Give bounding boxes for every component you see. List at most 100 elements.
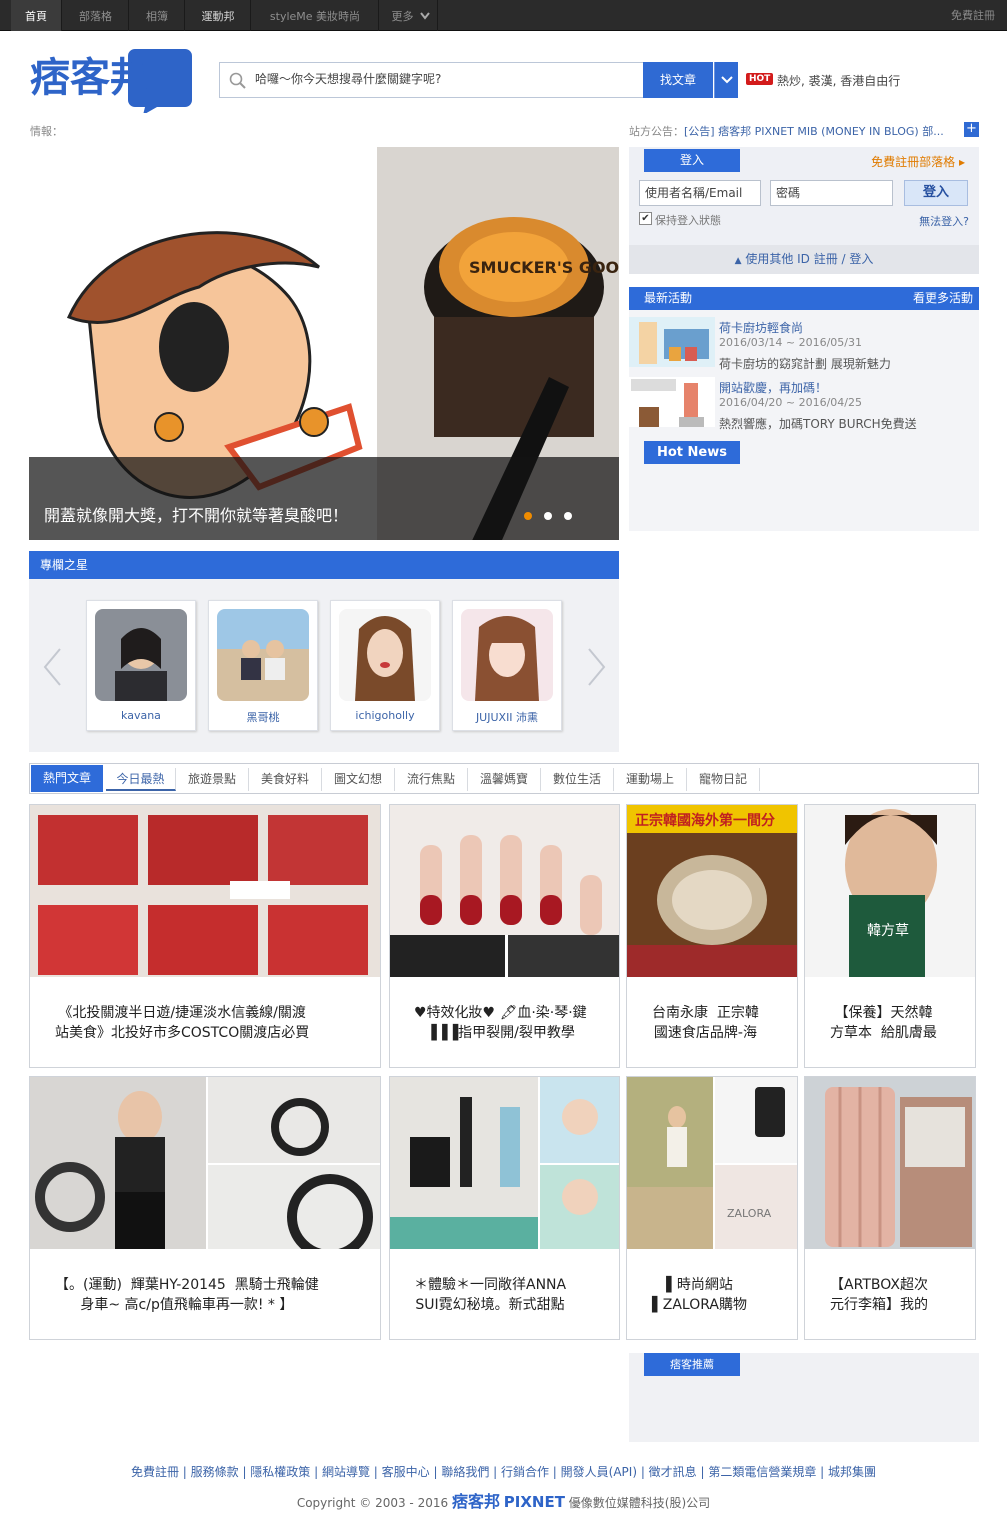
- chevron-down-icon: [420, 12, 430, 20]
- article-image: 韓方草: [805, 805, 975, 977]
- star-card[interactable]: kavana: [86, 600, 196, 731]
- image-text: ZALORA: [727, 1207, 772, 1220]
- tab-hot-articles[interactable]: 熱門文章: [31, 765, 103, 792]
- star-card[interactable]: JUJUXII 沛熏: [452, 600, 562, 731]
- article-card[interactable]: ZALORA ▌時尚網站 ▌ZALORA購物: [626, 1076, 798, 1340]
- article-image: ZALORA: [627, 1077, 797, 1249]
- activity-item[interactable]: 荷卡廚坊輕食尚 2016/03/14 ~ 2016/05/31 荷卡廚坊的窈窕計…: [629, 310, 979, 371]
- caret-up-icon: ▲: [734, 256, 742, 266]
- activity-desc: 熱烈響應，加碼TORY BURCH免費送: [719, 417, 917, 431]
- login-tab[interactable]: 登入: [644, 149, 740, 172]
- tab-sports[interactable]: 運動場上: [614, 768, 687, 791]
- tab-album[interactable]: 相簿: [130, 0, 185, 31]
- tab-styleme[interactable]: styleMe 美妝時尚: [252, 0, 379, 31]
- footer-logo: 痞客邦: [451, 1492, 500, 1511]
- logo-text: 痞客邦: [30, 55, 150, 101]
- star-card[interactable]: 黑哥桃: [208, 600, 318, 731]
- activities-list: 荷卡廚坊輕食尚 2016/03/14 ~ 2016/05/31 荷卡廚坊的窈窕計…: [629, 310, 979, 531]
- article-card[interactable]: 【ARTBOX超次 元行李箱】我的: [804, 1076, 976, 1340]
- star-name[interactable]: ichigoholly: [331, 709, 439, 722]
- hot-badge: HOT: [746, 73, 774, 85]
- hot-keywords[interactable]: 熱炒, 裘漢, 香港自由行: [777, 72, 900, 89]
- tab-blog[interactable]: 部落格: [63, 0, 129, 31]
- article-card[interactable]: ＊體驗＊一同敞徉ANNA SUI霓幻秘境。新式甜點: [389, 1076, 620, 1340]
- activity-title[interactable]: 荷卡廚坊輕食尚: [719, 319, 803, 336]
- more-activities-link[interactable]: 看更多活動: [913, 287, 973, 310]
- article-card[interactable]: 韓方草 【保養】天然韓 方草本 給肌膚最: [804, 804, 976, 1068]
- activity-thumbnail: [629, 377, 715, 427]
- search-placeholder: 哈囉～你今天想搜尋什麼關鍵字呢?: [255, 72, 442, 86]
- article-title[interactable]: 台南永康 正宗韓 國速食店品牌-海: [644, 1003, 767, 1043]
- activity-date: 2016/03/14 ~ 2016/05/31: [719, 336, 863, 349]
- chevron-down-icon: [721, 76, 733, 84]
- star-avatar: [339, 609, 431, 701]
- pixnet-logo[interactable]: 痞客邦: [30, 47, 192, 116]
- hot-news-tab[interactable]: Hot News: [644, 441, 740, 464]
- article-title[interactable]: 【ARTBOX超次 元行李箱】我的: [822, 1275, 936, 1315]
- slider-dot[interactable]: [524, 512, 532, 520]
- search-icon: [229, 72, 246, 89]
- star-name[interactable]: 黑哥桃: [209, 709, 317, 725]
- search-input[interactable]: 哈囉～你今天想搜尋什麼關鍵字呢?: [219, 62, 644, 98]
- register-blog-link[interactable]: 免費註冊部落格 ▸: [871, 153, 965, 170]
- tab-fashion[interactable]: 流行焦點: [395, 768, 468, 791]
- tab-illustration[interactable]: 圖文幻想: [322, 768, 395, 791]
- forgot-link[interactable]: 無法登入?: [919, 213, 969, 229]
- tab-parenting[interactable]: 溫馨媽寶: [468, 768, 541, 791]
- announcement-expand-button[interactable]: +: [964, 122, 979, 137]
- slider-dot[interactable]: [544, 512, 552, 520]
- article-card[interactable]: 《北投關渡半日遊/捷運淡水信義線/關渡 站美食》北投好市多COSTCO關渡店必買: [29, 804, 381, 1068]
- star-card[interactable]: ichigoholly: [330, 600, 440, 731]
- image-text: 韓方草: [867, 923, 909, 939]
- article-title[interactable]: ＊體驗＊一同敞徉ANNA SUI霓幻秘境。新式甜點: [406, 1275, 574, 1315]
- article-title[interactable]: ▌時尚網站 ▌ZALORA購物: [644, 1275, 755, 1315]
- company-name: 優像數位媒體科技(股)公司: [568, 1496, 711, 1510]
- footer-links[interactable]: 免費註冊 | 服務條款 | 隱私權政策 | 網站導覽 | 客服中心 | 聯絡我們…: [0, 1463, 1007, 1480]
- tab-food[interactable]: 美食好料: [249, 768, 322, 791]
- chevron-left-icon[interactable]: [41, 647, 65, 687]
- activity-date: 2016/04/20 ~ 2016/04/25: [719, 396, 863, 409]
- article-image: 正宗韓國海外第一間分: [627, 805, 797, 977]
- tab-home[interactable]: 首頁: [11, 0, 62, 31]
- remember-checkbox[interactable]: ✔: [639, 212, 652, 225]
- article-title[interactable]: ♥特效化妝♥ 🖋血·染·琴·鍵 ▐▐▐指甲裂開/裂甲教學: [406, 1003, 595, 1043]
- tab-more[interactable]: 更多: [380, 0, 438, 31]
- other-id-login[interactable]: ▲ 使用其他 ID 註冊 / 登入: [629, 245, 979, 274]
- login-button[interactable]: 登入: [904, 180, 968, 206]
- category-tabs: 熱門文章 今日最熱 旅遊景點 美食好料 圖文幻想 流行焦點 溫馨媽寶 數位生活 …: [29, 763, 979, 794]
- article-title[interactable]: 【保養】天然韓 方草本 給肌膚最: [822, 1003, 945, 1043]
- article-card[interactable]: 【。(運動) 輝葉HY-20145 黑騎士飛輪健 身車~ 高c/p值飛輪車再一款…: [29, 1076, 381, 1340]
- other-id-label: 使用其他 ID 註冊 / 登入: [745, 252, 874, 266]
- slide-caption[interactable]: 開蓋就像開大獎，打不開你就等著臭酸吧！: [44, 502, 348, 526]
- star-name[interactable]: kavana: [87, 709, 195, 722]
- activities-header: 最新活動 看更多活動: [629, 287, 979, 310]
- slider-dot[interactable]: [564, 512, 572, 520]
- search-button[interactable]: 找文章: [643, 62, 713, 98]
- chevron-right-icon[interactable]: [584, 647, 608, 687]
- copyright-text: Copyright © 2003 - 2016: [296, 1496, 449, 1510]
- star-name[interactable]: JUJUXII 沛熏: [453, 709, 561, 725]
- article-title[interactable]: 【。(運動) 輝葉HY-20145 黑騎士飛輪健 身車~ 高c/p值飛輪車再一款…: [47, 1275, 327, 1315]
- tab-pets[interactable]: 寵物日記: [687, 768, 760, 791]
- password-field[interactable]: 密碼: [770, 180, 893, 206]
- tab-sport[interactable]: 運動邦: [186, 0, 251, 31]
- copyright: Copyright © 2003 - 2016 痞客邦 PIXNET 優像數位媒…: [0, 1488, 1007, 1512]
- article-title[interactable]: 《北投關渡半日遊/捷運淡水信義線/關渡 站美食》北投好市多COSTCO關渡店必買: [47, 1003, 317, 1043]
- article-card[interactable]: ♥特效化妝♥ 🖋血·染·琴·鍵 ▐▐▐指甲裂開/裂甲教學: [389, 804, 620, 1068]
- register-blog-label: 免費註冊部落格: [871, 155, 956, 169]
- top-navigation-bar: 首頁 部落格 相簿 運動邦 styleMe 美妝時尚 更多 免費註冊: [0, 0, 1007, 31]
- article-image: [390, 1077, 619, 1249]
- article-card[interactable]: 正宗韓國海外第一間分 台南永康 正宗韓 國速食店品牌-海: [626, 804, 798, 1068]
- activity-title[interactable]: 開站歡慶，再加碼！: [719, 379, 827, 396]
- tab-today-hot[interactable]: 今日最熱: [106, 768, 176, 791]
- tab-digital[interactable]: 數位生活: [541, 768, 614, 791]
- tab-travel[interactable]: 旅遊景點: [176, 768, 249, 791]
- activity-item[interactable]: 開站歡慶，再加碼！ 2016/04/20 ~ 2016/04/25 熱烈響應，加…: [629, 370, 979, 431]
- slide-caption-bar: 開蓋就像開大獎，打不開你就等著臭酸吧！: [29, 457, 619, 540]
- announcement-link[interactable]: [公告] 痞客邦 PIXNET MIB (MONEY IN BLOG) 部...: [684, 125, 944, 138]
- column-stars-header: 專欄之星: [29, 551, 619, 579]
- featured-slider[interactable]: SMUCKER'S GOOBER 開蓋就像開大獎，打不開你就等著臭酸吧！: [29, 147, 619, 540]
- register-link[interactable]: 免費註冊: [951, 0, 995, 31]
- username-field[interactable]: 使用者名稱/Email: [639, 180, 761, 206]
- search-type-dropdown[interactable]: [714, 62, 738, 98]
